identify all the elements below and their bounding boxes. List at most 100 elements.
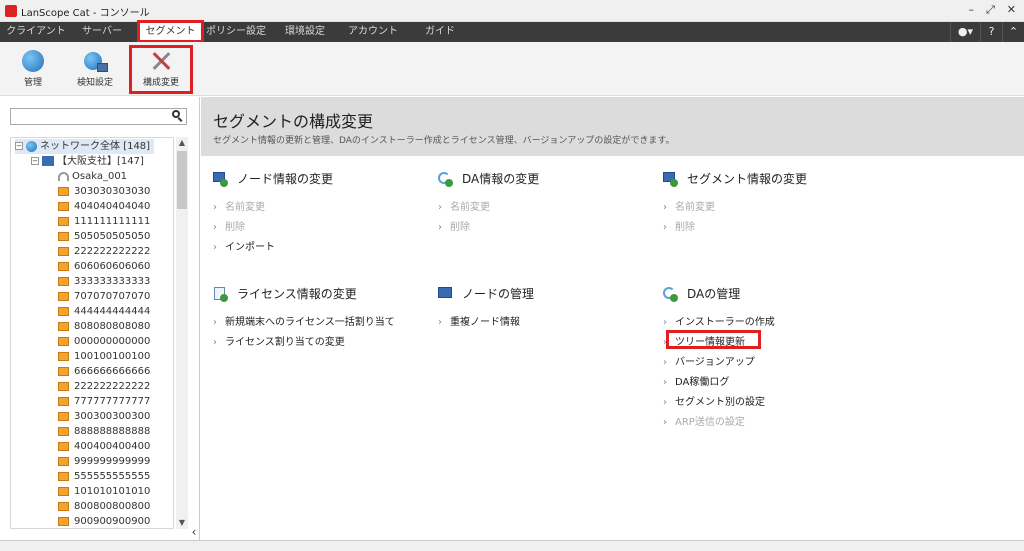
tree-client-node[interactable]: 000000000000 xyxy=(58,334,150,349)
license-info-icon xyxy=(213,287,228,302)
section-title: ライセンス情報の変更 xyxy=(237,287,357,301)
tree-client-node[interactable]: 101010101010 xyxy=(58,484,150,499)
link-da-log[interactable]: › DA稼働ログ xyxy=(663,373,883,393)
tree-client-label: 222222222222 xyxy=(74,246,151,257)
chevron-right-icon: › xyxy=(663,357,667,368)
tree-root-label: ネットワーク全体 [148] xyxy=(40,141,151,152)
tree-client-node[interactable]: 666666666666 xyxy=(58,364,150,379)
tab-account[interactable]: アカウント xyxy=(343,22,403,42)
manage-button[interactable]: 管理 xyxy=(5,42,61,96)
tree-client-node[interactable]: 707070707070 xyxy=(58,289,150,304)
tree-client-node[interactable]: 222222222222 xyxy=(58,379,150,394)
tree-site-label: Osaka_001 xyxy=(72,171,128,182)
tree-client-node[interactable]: 888888888888 xyxy=(58,424,150,439)
tree-client-node[interactable]: 404040404040 xyxy=(58,199,150,214)
tree-client-node[interactable]: 505050505050 xyxy=(58,229,150,244)
tree-client-node[interactable]: 300300300300 xyxy=(58,409,150,424)
link-arp-settings[interactable]: › ARP送信の設定 xyxy=(663,413,883,433)
section-title: DA情報の変更 xyxy=(462,172,540,186)
detection-settings-label: 検知設定 xyxy=(76,78,113,88)
segment-icon xyxy=(42,156,54,166)
tree-client-node[interactable]: 777777777777 xyxy=(58,394,150,409)
pc-icon xyxy=(58,336,69,346)
collapse-panel-icon[interactable]: ‹ xyxy=(188,525,200,539)
user-menu-icon[interactable]: ●▾ xyxy=(950,22,980,42)
tree-client-node[interactable]: 444444444444 xyxy=(58,304,150,319)
tree-client-node[interactable]: 808080808080 xyxy=(58,319,150,334)
tab-guide[interactable]: ガイド xyxy=(410,22,470,42)
network-globe-icon xyxy=(84,50,108,72)
tree-search-input[interactable] xyxy=(10,108,187,125)
tree-branch[interactable]: − 【大阪支社】[147] xyxy=(31,154,144,169)
tree-client-node[interactable]: 111111111111 xyxy=(58,214,150,229)
section-title: ノード情報の変更 xyxy=(237,172,334,186)
help-icon[interactable]: ? xyxy=(980,22,1002,42)
segment-info-icon xyxy=(663,172,678,187)
collapse-toggle-icon[interactable]: − xyxy=(31,157,39,165)
scroll-down-icon[interactable]: ▼ xyxy=(176,517,188,529)
tree-client-node[interactable]: 303030303030 xyxy=(58,184,150,199)
chevron-right-icon: › xyxy=(663,417,667,428)
link-highlight-box xyxy=(666,330,761,349)
tab-policy[interactable]: ポリシー設定 xyxy=(205,22,267,42)
link-version-up[interactable]: › バージョンアップ xyxy=(663,353,883,373)
maximize-button[interactable]: ⤢ xyxy=(986,3,995,17)
link-delete-segment[interactable]: › 削除 xyxy=(663,218,883,238)
tree-client-node[interactable]: 800800800800 xyxy=(58,499,150,514)
search-icon[interactable] xyxy=(172,110,183,122)
scroll-thumb[interactable] xyxy=(177,151,187,209)
pc-icon xyxy=(58,351,69,361)
scroll-up-icon[interactable]: ▲ xyxy=(176,137,188,149)
tree-client-node[interactable]: 999999999999 xyxy=(58,454,150,469)
section-node-info: ノード情報の変更 › 名前変更 › 削除 › インポート xyxy=(213,170,433,258)
pc-icon xyxy=(58,411,69,421)
collapse-ribbon-icon[interactable]: ⌃ xyxy=(1002,22,1024,42)
tab-server[interactable]: サーバー xyxy=(72,22,132,42)
link-rename-segment[interactable]: › 名前変更 xyxy=(663,198,883,218)
link-rename-node[interactable]: › 名前変更 xyxy=(213,198,433,218)
tree-client-label: 555555555555 xyxy=(74,471,151,482)
pc-icon xyxy=(58,471,69,481)
page-header: セグメントの構成変更 セグメント情報の更新と管理、DAのインストーラー作成とライ… xyxy=(201,97,1024,156)
link-delete-da[interactable]: › 削除 xyxy=(438,218,658,238)
tree-client-node[interactable]: 100100100100 xyxy=(58,349,150,364)
toolbar-highlight-box xyxy=(129,45,193,94)
pc-icon xyxy=(58,276,69,286)
link-bulk-license-assign[interactable]: › 新規端末へのライセンス一括割り当て xyxy=(213,313,433,333)
tab-environment[interactable]: 環境設定 xyxy=(274,22,336,42)
tree-site[interactable]: Osaka_001 xyxy=(58,169,127,184)
tree-client-node[interactable]: 400400400400 xyxy=(58,439,150,454)
tree-client-label: 900900900900 xyxy=(74,516,151,527)
status-bar xyxy=(0,540,1024,551)
tree-client-node[interactable]: 222222222222 xyxy=(58,244,150,259)
tree-client-label: 101010101010 xyxy=(74,486,151,497)
pc-icon xyxy=(58,486,69,496)
pc-icon xyxy=(58,201,69,211)
link-import[interactable]: › インポート xyxy=(213,238,433,258)
pc-icon xyxy=(58,501,69,511)
tree-client-node[interactable]: 900900900900 xyxy=(58,514,151,528)
tree-client-node[interactable]: 555555555555 xyxy=(58,469,150,484)
monitor-icon xyxy=(438,287,453,302)
pc-icon xyxy=(58,291,69,301)
collapse-toggle-icon[interactable]: − xyxy=(15,142,23,150)
link-duplicate-nodes[interactable]: › 重複ノード情報 xyxy=(438,313,658,333)
tree-root[interactable]: − ネットワーク全体 [148] xyxy=(15,139,155,154)
link-delete-node[interactable]: › 削除 xyxy=(213,218,433,238)
tree-scrollbar[interactable]: ▲ ▼ xyxy=(176,137,188,529)
link-rename-da[interactable]: › 名前変更 xyxy=(438,198,658,218)
tree-client-node[interactable]: 606060606060 xyxy=(58,259,150,274)
tree-client-label: 800800800800 xyxy=(74,501,151,512)
link-license-assign-change[interactable]: › ライセンス割り当ての変更 xyxy=(213,333,433,353)
pc-icon xyxy=(58,321,69,331)
close-button[interactable]: ✕ xyxy=(1007,3,1016,17)
tree-client-label: 404040404040 xyxy=(74,201,151,212)
section-node-manage: ノードの管理 › 重複ノード情報 xyxy=(438,285,658,333)
tab-client[interactable]: クライアント xyxy=(5,22,67,42)
tree-client-node[interactable]: 333333333333 xyxy=(58,274,150,289)
link-segment-settings[interactable]: › セグメント別の設定 xyxy=(663,393,883,413)
pc-icon xyxy=(58,396,69,406)
tree-client-label: 666666666666 xyxy=(74,366,151,377)
minimize-button[interactable]: – xyxy=(968,3,974,17)
detection-settings-button[interactable]: 検知設定 xyxy=(67,42,123,96)
